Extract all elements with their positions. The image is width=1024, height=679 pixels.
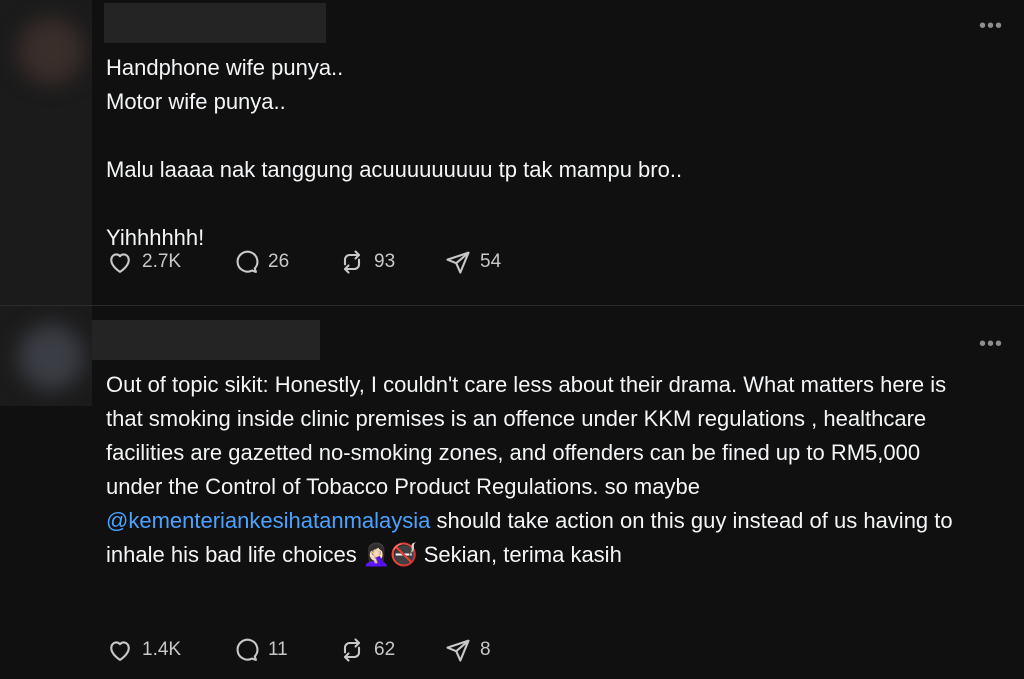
- repost-icon: [343, 638, 361, 662]
- comment-button[interactable]: 26: [232, 248, 338, 276]
- share-count: 8: [480, 639, 491, 660]
- repost-count: 93: [374, 251, 396, 272]
- share-count: 54: [480, 251, 502, 272]
- post-line: Yihhhhhh!: [106, 225, 205, 250]
- comment-button[interactable]: 11: [232, 636, 338, 664]
- username-redacted: [92, 320, 320, 360]
- post-actions: 1.4K 11 62 8: [106, 636, 491, 664]
- username-redacted: [104, 3, 326, 43]
- comment-count: 26: [268, 251, 290, 272]
- post-line: Handphone wife punya..: [106, 55, 344, 80]
- heart-icon: [110, 253, 130, 273]
- post-actions: 2.7K 26 93 54: [106, 248, 501, 276]
- post-line: Motor wife punya..: [106, 89, 286, 114]
- more-options-button[interactable]: •••: [978, 16, 1004, 36]
- post-body: Handphone wife punya.. Motor wife punya.…: [106, 51, 974, 255]
- avatar[interactable]: [0, 306, 92, 406]
- comment-count: 11: [268, 639, 288, 660]
- comment-bubble-icon: [236, 250, 259, 273]
- mention-link[interactable]: @kementeriankesihatanmalaysia: [106, 508, 430, 533]
- share-button[interactable]: 8: [444, 636, 491, 664]
- like-count: 1.4K: [142, 639, 182, 660]
- share-button[interactable]: 54: [444, 248, 501, 276]
- heart-icon: [110, 641, 130, 661]
- post-line: Malu laaaa nak tanggung acuuuuuuuuu tp t…: [106, 157, 683, 182]
- post-2: ••• Out of topic sikit: Honestly, I coul…: [0, 305, 1024, 679]
- post-body: Out of topic sikit: Honestly, I couldn't…: [106, 368, 974, 572]
- like-count: 2.7K: [142, 251, 182, 272]
- post-1: ••• Handphone wife punya.. Motor wife pu…: [0, 0, 1024, 305]
- send-icon: [446, 251, 470, 274]
- more-options-button[interactable]: •••: [978, 334, 1004, 354]
- like-button[interactable]: 2.7K: [106, 248, 232, 276]
- repost-button[interactable]: 93: [338, 248, 444, 276]
- repost-button[interactable]: 62: [338, 636, 444, 664]
- repost-icon: [343, 250, 361, 274]
- like-button[interactable]: 1.4K: [106, 636, 232, 664]
- comment-bubble-icon: [236, 638, 259, 661]
- send-icon: [446, 639, 470, 662]
- repost-count: 62: [374, 639, 396, 660]
- post-text: Out of topic sikit: Honestly, I couldn't…: [106, 372, 953, 499]
- avatar[interactable]: [0, 0, 92, 305]
